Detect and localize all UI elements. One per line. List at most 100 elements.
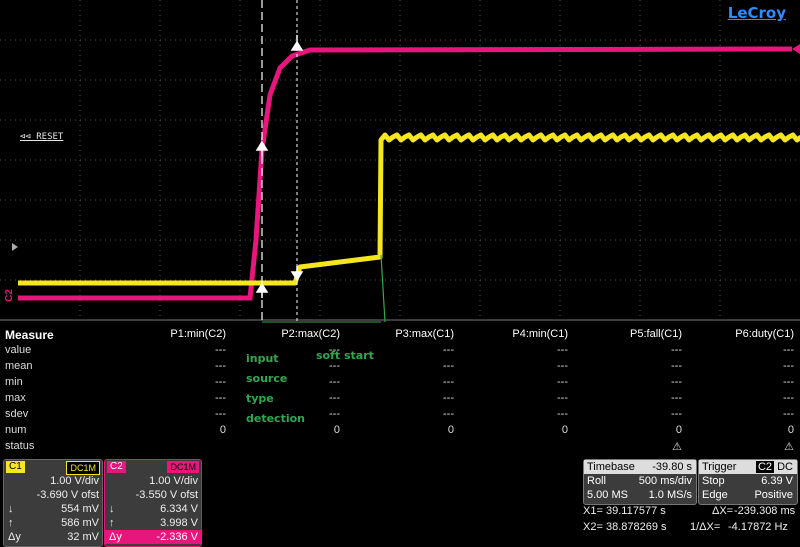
annotation-input: input bbox=[246, 352, 279, 365]
annotation-source: source bbox=[246, 372, 288, 385]
timebase-tdiv: 500 ms/div bbox=[638, 475, 692, 487]
trigger-coupling: DC bbox=[777, 461, 793, 473]
trigger-level-marker-icon bbox=[792, 44, 800, 54]
trigger-mode: Stop bbox=[702, 475, 725, 487]
c2-down-value: 6.334 V bbox=[160, 503, 198, 515]
c1-dy-value: 32 mV bbox=[67, 531, 99, 543]
c2-ground-marker[interactable]: C2 bbox=[4, 289, 15, 302]
measure-row-sdev: sdev --- --- --- --- --- --- bbox=[0, 408, 800, 424]
measure-cell: --- bbox=[557, 376, 568, 388]
measure-col-p4[interactable]: P4:min(C1) bbox=[458, 328, 568, 340]
measure-cell: 0 bbox=[447, 424, 454, 436]
measure-cell: --- bbox=[783, 392, 794, 404]
measure-cell: 0 bbox=[561, 424, 568, 436]
measure-cell: --- bbox=[557, 360, 568, 372]
measure-row-label: sdev bbox=[5, 408, 29, 420]
measure-cell: --- bbox=[215, 344, 226, 356]
trigger-panel[interactable]: Trigger C2 DC Stop 6.39 V Edge Positive bbox=[698, 459, 798, 505]
trigger-source: C2 bbox=[755, 461, 775, 473]
timebase-label: Timebase bbox=[587, 461, 635, 473]
measure-col-p2[interactable]: P2:max(C2) bbox=[230, 328, 340, 340]
c1-coupling: DC1M bbox=[66, 461, 100, 475]
channel-c2-descriptor[interactable]: C2 DC1M 1.00 V/div -3.550 V ofst ↓ 6.334 … bbox=[104, 459, 202, 547]
trigger-level: 6.39 V bbox=[761, 475, 793, 487]
brand-logo: LeCroy bbox=[727, 4, 786, 22]
annotation-detection: detection bbox=[246, 412, 305, 425]
measure-row-label: status bbox=[5, 440, 35, 452]
cursor-arrow-down-icon bbox=[290, 35, 304, 51]
c1-down-value: 554 mV bbox=[61, 503, 99, 515]
cursor-arrow-up-icon bbox=[255, 140, 269, 156]
timebase-panel[interactable]: Timebase -39.80 s Roll 500 ms/div 5.00 MS 1… bbox=[583, 459, 697, 505]
c2-offset: -3.550 V ofst bbox=[135, 489, 198, 501]
measure-col-p1[interactable]: P1:min(C2) bbox=[116, 328, 226, 340]
measure-cell: --- bbox=[443, 392, 454, 404]
channel-c1-descriptor[interactable]: C1 DC1M 1.00 V/div -3.690 V ofst ↓ 554 mV… bbox=[3, 459, 103, 547]
c1-tag: C1 bbox=[6, 461, 25, 473]
measure-cell: --- bbox=[215, 408, 226, 420]
ground-marker-icon bbox=[12, 243, 18, 251]
trigger-type: Edge bbox=[702, 489, 728, 501]
cursor-dx-label: ΔX= bbox=[712, 505, 734, 517]
measure-row-value: value --- --- --- --- --- --- bbox=[0, 344, 800, 360]
c1-up-value: 586 mV bbox=[61, 517, 99, 529]
measure-cell: 0 bbox=[333, 424, 340, 436]
measure-cell: --- bbox=[671, 376, 682, 388]
measure-cell: --- bbox=[671, 408, 682, 420]
delta-y-label: Δy bbox=[109, 531, 122, 543]
c1-trace bbox=[18, 132, 800, 286]
measure-row-label: mean bbox=[5, 360, 33, 372]
c2-trace bbox=[18, 46, 793, 301]
cursor-x2-value: 38.878269 s bbox=[606, 521, 667, 533]
reset-marker-label: ⊲⊲ RESET bbox=[20, 132, 64, 142]
cursor-arrow-up-icon bbox=[255, 282, 269, 298]
measure-cell: --- bbox=[215, 376, 226, 388]
waveform-grid bbox=[0, 0, 800, 323]
c1-offset: -3.690 V ofst bbox=[36, 489, 99, 501]
arrow-up-icon: ↑ bbox=[109, 517, 115, 529]
measure-col-p6[interactable]: P6:duty(C1) bbox=[684, 328, 794, 340]
arrow-up-icon: ↑ bbox=[8, 517, 14, 529]
delta-y-label: Δy bbox=[8, 531, 21, 543]
measure-cell: --- bbox=[671, 360, 682, 372]
measure-cell: ⚠ bbox=[672, 441, 682, 453]
measure-cell: --- bbox=[671, 392, 682, 404]
measure-row-label: max bbox=[5, 392, 26, 404]
measure-cell: --- bbox=[215, 360, 226, 372]
measure-cell: --- bbox=[783, 376, 794, 388]
timebase-rate: 1.0 MS/s bbox=[648, 489, 692, 501]
c1-vdiv: 1.00 V/div bbox=[50, 475, 99, 487]
measure-row-min: min --- --- --- --- --- --- bbox=[0, 376, 800, 392]
cursor-inv-label: 1/ΔX= bbox=[690, 521, 721, 533]
measure-col-p5[interactable]: P5:fall(C1) bbox=[572, 328, 682, 340]
measure-cell: --- bbox=[671, 344, 682, 356]
cursor-x1-label: X1= bbox=[583, 505, 603, 517]
measure-table: Measure P1:min(C2) P2:max(C2) P3:max(C1)… bbox=[0, 328, 800, 456]
c2-coupling: DC1M bbox=[167, 461, 199, 473]
timebase-delay: -39.80 s bbox=[652, 461, 692, 473]
annotation-type: type bbox=[246, 392, 274, 405]
measure-header-row: Measure P1:min(C2) P2:max(C2) P3:max(C1)… bbox=[0, 328, 800, 344]
arrow-down-icon: ↓ bbox=[109, 503, 115, 515]
waveform-display[interactable]: LeCroy ⊲⊲ RESET C2 bbox=[0, 0, 800, 323]
annotation-soft-start: soft start bbox=[316, 349, 374, 362]
measure-cell: --- bbox=[557, 344, 568, 356]
measure-col-p3[interactable]: P3:max(C1) bbox=[344, 328, 454, 340]
timebase-samples: 5.00 MS bbox=[587, 489, 628, 501]
cursor-dx-value: -239.308 ms bbox=[734, 505, 796, 517]
cursor-x2-label: X2= bbox=[583, 521, 603, 533]
measure-cell: 0 bbox=[675, 424, 682, 436]
measure-row-label: min bbox=[5, 376, 23, 388]
measure-cell: --- bbox=[215, 392, 226, 404]
measure-cell: 0 bbox=[219, 424, 226, 436]
measure-cell: --- bbox=[783, 360, 794, 372]
c2-up-value: 3.998 V bbox=[160, 517, 198, 529]
measure-row-label: value bbox=[5, 344, 32, 356]
measure-cell: 0 bbox=[787, 424, 794, 436]
measure-cell: --- bbox=[443, 376, 454, 388]
measure-row-num: num 0 0 0 0 0 0 bbox=[0, 424, 800, 440]
c2-dy-value: -2.336 V bbox=[156, 531, 198, 543]
measure-row-max: max --- --- --- --- --- --- bbox=[0, 392, 800, 408]
timebase-mode: Roll bbox=[587, 475, 606, 487]
measure-cell: --- bbox=[783, 344, 794, 356]
